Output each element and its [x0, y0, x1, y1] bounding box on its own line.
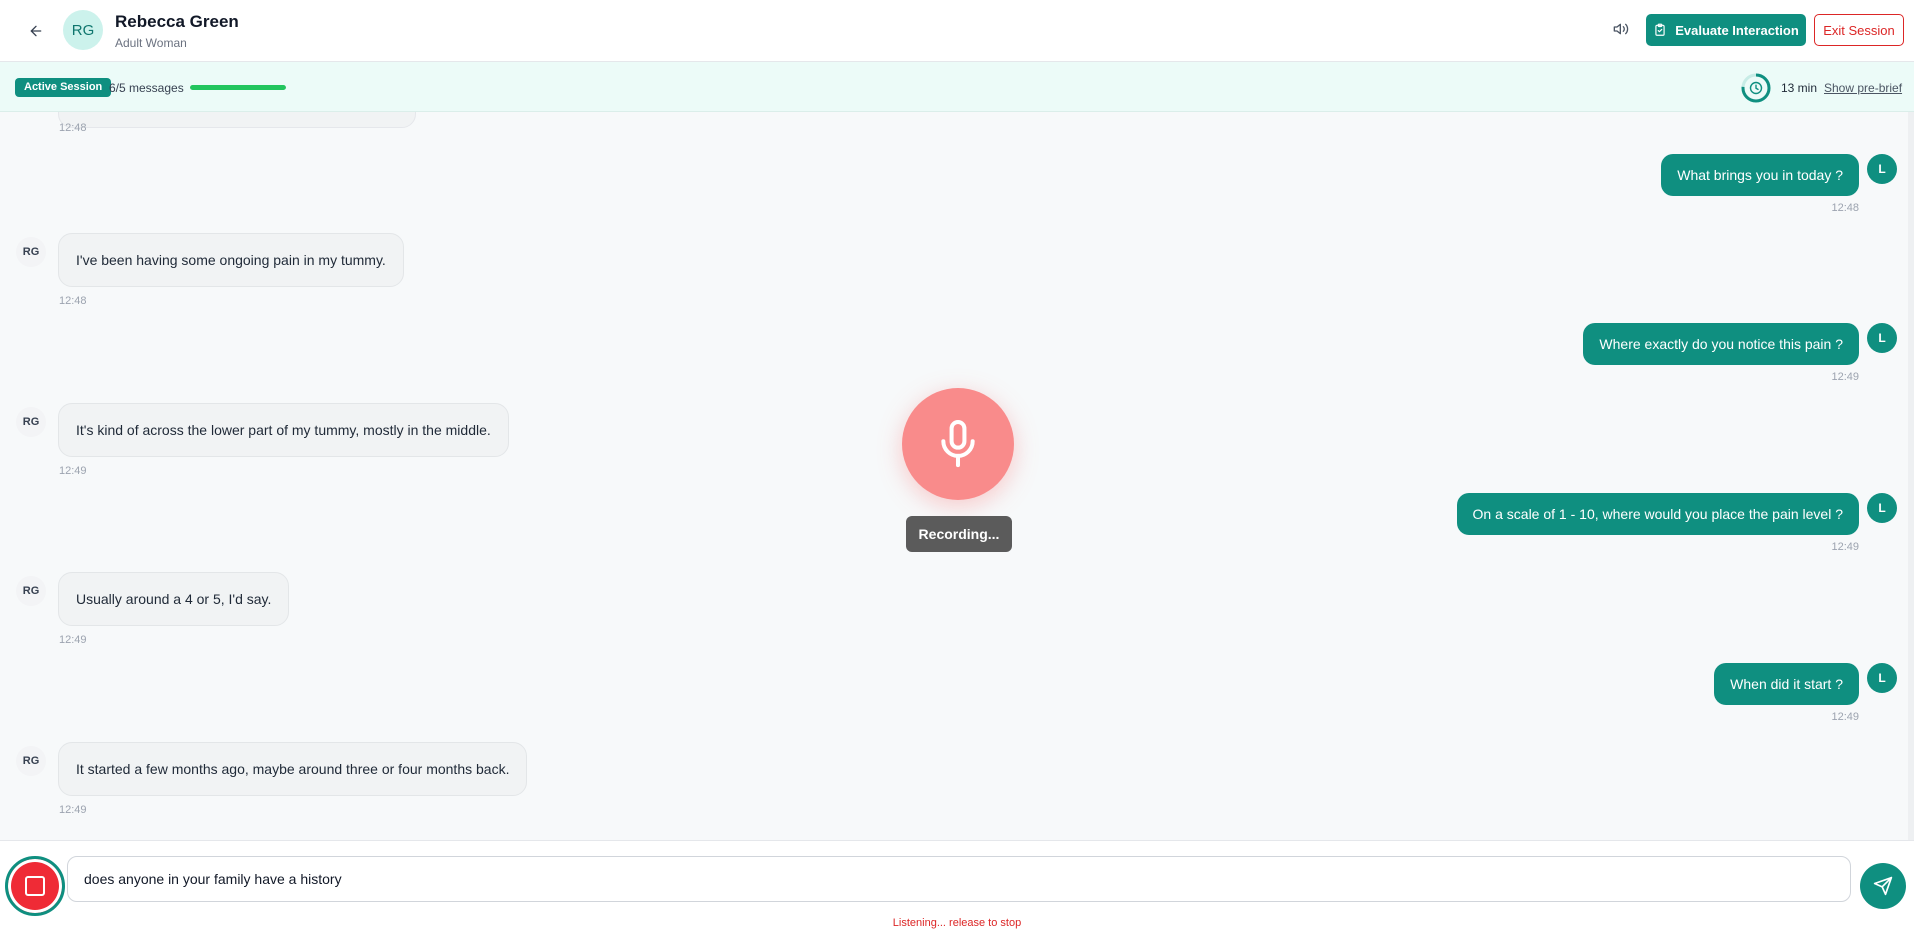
speaker-icon	[1613, 23, 1629, 35]
patient-message-bubble: Usually around a 4 or 5, I'd say.	[58, 572, 290, 626]
show-prebrief-link[interactable]: Show pre-brief	[1824, 81, 1902, 95]
session-timer: 13 min	[1781, 81, 1818, 95]
message-progress-fill	[190, 85, 286, 90]
message-composer: Listening... release to stop	[0, 840, 1914, 938]
send-button[interactable]	[1860, 863, 1906, 909]
clock-icon	[1741, 73, 1771, 103]
patient-info: Rebecca Green Adult Woman	[115, 12, 239, 50]
audio-toggle-button[interactable]	[1608, 16, 1634, 42]
status-badge: Active Session	[15, 78, 112, 97]
user-message-bubble: What brings you in today ?	[1661, 154, 1859, 196]
patient-message-bubble: It's kind of across the lower part of my…	[58, 403, 509, 457]
message-timestamp: 12:49	[1831, 371, 1859, 383]
recording-indicator	[902, 388, 1014, 500]
message-timestamp: 12:48	[1831, 202, 1859, 214]
back-button[interactable]	[22, 17, 50, 45]
clipboard-check-icon	[1655, 23, 1665, 36]
user-message-bubble: Where exactly do you notice this pain ?	[1583, 323, 1859, 365]
session-status-bar: Active Session 6/5 messages 13 min Show …	[0, 62, 1914, 112]
user-avatar: L	[1867, 323, 1897, 353]
user-avatar: L	[1867, 663, 1897, 693]
user-avatar: L	[1867, 493, 1897, 523]
patient-message-avatar: RG	[16, 746, 46, 776]
stop-icon	[25, 876, 45, 896]
chat-scrollbar[interactable]	[1908, 112, 1914, 840]
microphone-icon	[941, 419, 975, 468]
exit-session-button[interactable]: Exit Session	[1814, 14, 1904, 46]
listening-hint: Listening... release to stop	[892, 917, 1022, 929]
patient-message-avatar: RG	[16, 407, 46, 437]
stop-recording-button[interactable]	[5, 856, 65, 916]
message-timestamp: 12:48	[59, 295, 87, 307]
message-timestamp: 12:49	[59, 465, 87, 477]
previous-message-bubble	[58, 112, 416, 128]
user-avatar: L	[1867, 154, 1897, 184]
message-input[interactable]	[67, 856, 1851, 902]
patient-message-avatar: RG	[16, 576, 46, 606]
send-icon	[1873, 876, 1893, 896]
message-progress-bar	[190, 85, 286, 90]
session-header: RG Rebecca Green Adult Woman Evaluate In…	[0, 0, 1914, 62]
user-message-bubble: On a scale of 1 - 10, where would you pl…	[1456, 493, 1859, 535]
patient-message-avatar: RG	[16, 237, 46, 267]
evaluate-interaction-label: Evaluate Interaction	[1675, 22, 1799, 38]
message-timestamp: 12:49	[1831, 541, 1859, 553]
evaluate-interaction-button[interactable]: Evaluate Interaction	[1646, 14, 1806, 46]
patient-message-bubble: It started a few months ago, maybe aroun…	[58, 742, 528, 796]
patient-message-bubble: I've been having some ongoing pain in my…	[58, 233, 404, 287]
message-timestamp: 12:49	[59, 804, 87, 816]
patient-name: Rebecca Green	[115, 12, 239, 31]
message-timestamp: 12:48	[59, 122, 87, 134]
message-count: 6/5 messages	[109, 81, 184, 95]
recording-label: Recording...	[906, 516, 1012, 552]
patient-subtitle: Adult Woman	[115, 36, 187, 50]
patient-avatar: RG	[63, 10, 103, 50]
message-timestamp: 12:49	[59, 634, 87, 646]
arrow-left-icon	[30, 25, 42, 37]
message-timestamp: 12:49	[1831, 711, 1859, 723]
user-message-bubble: When did it start ?	[1714, 663, 1859, 705]
